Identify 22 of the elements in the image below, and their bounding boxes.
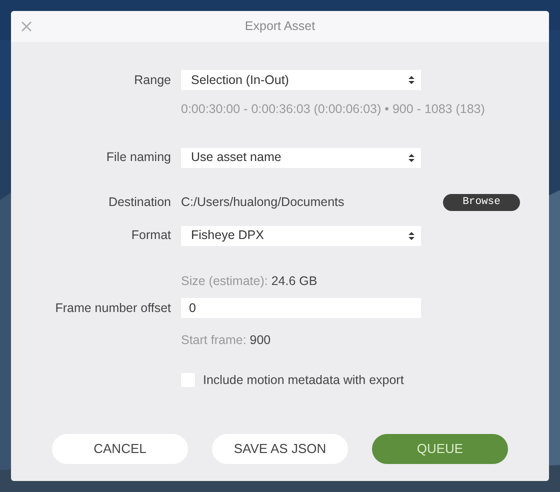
field-label: Format	[131, 227, 171, 244]
updown-icon	[408, 230, 415, 240]
field-label: Destination	[108, 194, 171, 211]
info-text: 0:00:30:00 - 0:00:36:03 (0:00:06:03) • 900 - 1083 (183)	[181, 101, 486, 118]
field-label: File naming	[106, 149, 171, 166]
dialog-button[interactable]: CANCEL	[52, 434, 188, 464]
info-text: Start frame: 900	[181, 332, 272, 350]
dialog-button[interactable]: SAVE AS JSON	[212, 434, 348, 464]
dropdown[interactable]: Use asset name	[181, 148, 421, 168]
path-text: C:/Users/hualong/Documents	[181, 194, 346, 211]
field-label: Frame number offset	[55, 300, 171, 317]
dropdown[interactable]: Selection (In-Out)	[181, 70, 421, 90]
close-icon[interactable]	[21, 21, 32, 32]
input-field[interactable]: 0	[181, 298, 421, 318]
field-label: Range	[134, 72, 171, 89]
browse-button[interactable]: Browse	[443, 194, 520, 211]
info-text: Size (estimate): 24.6 GB	[181, 272, 318, 290]
checkbox-label: Include motion metadata with export	[203, 372, 404, 389]
updown-icon	[408, 75, 415, 85]
dropdown[interactable]: Fisheye DPX	[181, 226, 421, 246]
window-title: Export Asset	[244, 18, 316, 36]
updown-icon	[408, 152, 415, 163]
